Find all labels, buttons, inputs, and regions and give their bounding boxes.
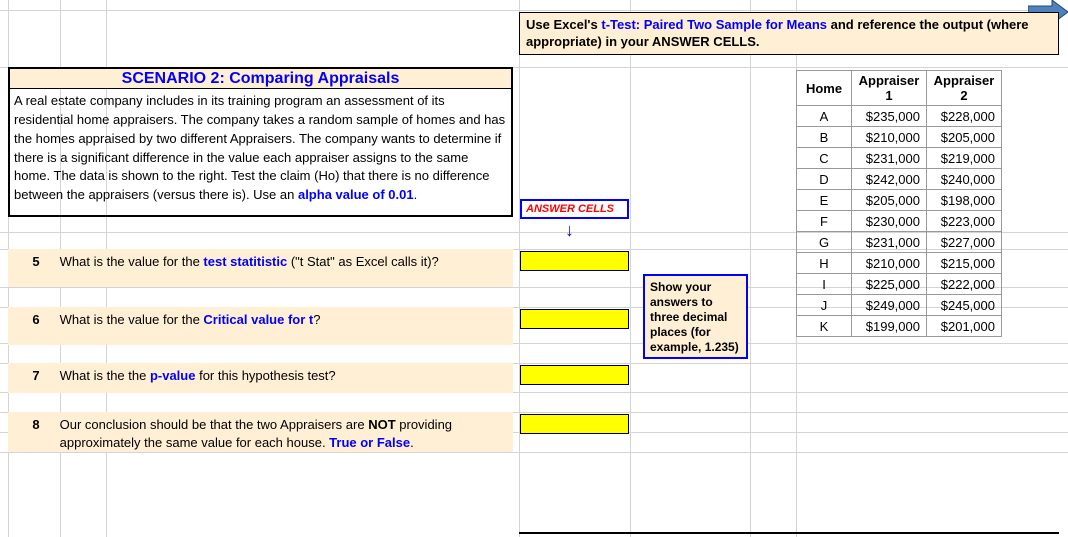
- q8-num: 8: [16, 416, 56, 434]
- cell-appraiser2: $215,000: [927, 253, 1002, 274]
- cell-appraiser2: $245,000: [927, 295, 1002, 316]
- q7-num: 7: [16, 367, 56, 385]
- cell-appraiser2: $222,000: [927, 274, 1002, 295]
- answer-cell-q6[interactable]: [520, 309, 629, 329]
- cell-appraiser1: $242,000: [852, 169, 927, 190]
- table-row[interactable]: D$242,000$240,000: [797, 169, 1002, 190]
- cell-home: C: [797, 148, 852, 169]
- instruction-pre: Use Excel's: [526, 17, 601, 32]
- answer-cell-q7[interactable]: [520, 365, 629, 385]
- cell-appraiser2: $201,000: [927, 316, 1002, 337]
- cell-appraiser2: $205,000: [927, 127, 1002, 148]
- answer-cell-q5[interactable]: [520, 251, 629, 271]
- cell-home: K: [797, 316, 852, 337]
- table-row[interactable]: A$235,000$228,000: [797, 106, 1002, 127]
- answer-cells-label: ANSWER CELLS: [520, 199, 629, 219]
- cell-appraiser2: $219,000: [927, 148, 1002, 169]
- cell-home: I: [797, 274, 852, 295]
- table-row[interactable]: B$210,000$205,000: [797, 127, 1002, 148]
- cell-home: A: [797, 106, 852, 127]
- cell-appraiser2: $227,000: [927, 232, 1002, 253]
- cell-home: D: [797, 169, 852, 190]
- down-arrow-icon: ↓: [565, 220, 574, 241]
- cell-home: E: [797, 190, 852, 211]
- col-appraiser2: Appraiser 2: [927, 71, 1002, 106]
- scenario-body-post: .: [414, 187, 418, 202]
- cell-appraiser2: $198,000: [927, 190, 1002, 211]
- question-7: 7 What is the the p-value for this hypot…: [8, 363, 513, 393]
- question-5: 5 What is the value for the test statiti…: [8, 249, 513, 287]
- scenario-title: SCENARIO 2: Comparing Appraisals: [8, 67, 513, 89]
- cell-home: J: [797, 295, 852, 316]
- table-row[interactable]: J$249,000$245,000: [797, 295, 1002, 316]
- cell-appraiser1: $199,000: [852, 316, 927, 337]
- answer-cell-q8[interactable]: [520, 414, 629, 434]
- scenario-body: A real estate company includes in its tr…: [8, 89, 513, 217]
- cell-appraiser2: $240,000: [927, 169, 1002, 190]
- col-home: Home: [797, 71, 852, 106]
- table-row[interactable]: K$199,000$201,000: [797, 316, 1002, 337]
- question-8: 8 Our conclusion should be that the two …: [8, 412, 513, 452]
- scenario-body-blue: alpha value of 0.01: [298, 187, 414, 202]
- cell-appraiser1: $231,000: [852, 232, 927, 253]
- table-header-row: Home Appraiser 1 Appraiser 2: [797, 71, 1002, 106]
- cell-appraiser1: $235,000: [852, 106, 927, 127]
- cell-appraiser2: $223,000: [927, 211, 1002, 232]
- decimal-note: Show your answers to three decimal place…: [643, 274, 748, 359]
- q6-num: 6: [16, 311, 56, 329]
- instruction-blue: t-Test: Paired Two Sample for Means: [601, 17, 827, 32]
- cell-appraiser1: $249,000: [852, 295, 927, 316]
- cell-appraiser2: $228,000: [927, 106, 1002, 127]
- question-6: 6 What is the value for the Critical val…: [8, 307, 513, 345]
- cell-appraiser1: $210,000: [852, 253, 927, 274]
- table-row[interactable]: F$230,000$223,000: [797, 211, 1002, 232]
- cell-appraiser1: $210,000: [852, 127, 927, 148]
- cell-appraiser1: $231,000: [852, 148, 927, 169]
- col-appraiser1: Appraiser 1: [852, 71, 927, 106]
- divider: [519, 532, 1059, 534]
- table-row[interactable]: E$205,000$198,000: [797, 190, 1002, 211]
- cell-home: H: [797, 253, 852, 274]
- instruction-box: Use Excel's t-Test: Paired Two Sample fo…: [519, 12, 1059, 55]
- table-row[interactable]: I$225,000$222,000: [797, 274, 1002, 295]
- table-row[interactable]: H$210,000$215,000: [797, 253, 1002, 274]
- q5-num: 5: [16, 253, 56, 271]
- cell-appraiser1: $225,000: [852, 274, 927, 295]
- cell-home: B: [797, 127, 852, 148]
- table-row[interactable]: C$231,000$219,000: [797, 148, 1002, 169]
- cell-home: F: [797, 211, 852, 232]
- cell-appraiser1: $230,000: [852, 211, 927, 232]
- cell-home: G: [797, 232, 852, 253]
- scenario-body-pre: A real estate company includes in its tr…: [14, 93, 505, 202]
- table-row[interactable]: G$231,000$227,000: [797, 232, 1002, 253]
- cell-appraiser1: $205,000: [852, 190, 927, 211]
- appraisal-data-table: Home Appraiser 1 Appraiser 2 A$235,000$2…: [796, 70, 1002, 337]
